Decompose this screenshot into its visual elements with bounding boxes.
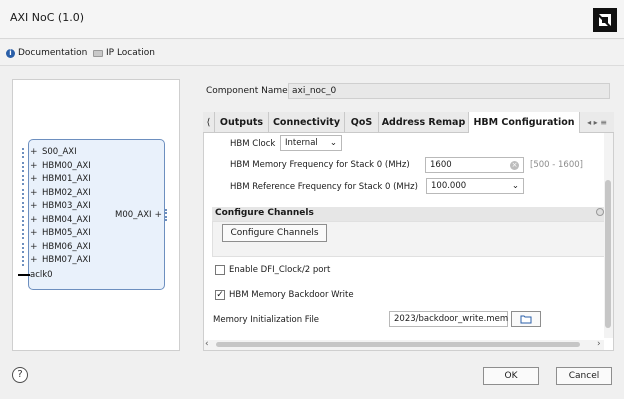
bus-connector-icon bbox=[22, 161, 28, 172]
window-title: AXI NoC (1.0) bbox=[10, 11, 85, 24]
folder-icon bbox=[93, 49, 103, 57]
port-row: + HBM02_AXI bbox=[30, 188, 91, 198]
tab-outputs[interactable]: Outputs bbox=[215, 112, 269, 133]
port-label: HBM04_AXI bbox=[42, 214, 91, 225]
help-icon[interactable]: ? bbox=[12, 367, 28, 383]
port-aclk0: aclk0 bbox=[30, 270, 53, 280]
bus-connector-icon bbox=[22, 202, 28, 212]
port-label: HBM07_AXI bbox=[42, 255, 91, 265]
aclk-pin bbox=[18, 274, 30, 276]
mem-freq-input[interactable]: 1600 × bbox=[425, 157, 524, 173]
init-file-input[interactable]: 2023/backdoor_write.mem bbox=[389, 311, 508, 327]
backdoor-write-checkbox[interactable]: ✓ bbox=[215, 290, 225, 300]
tab-address-remap[interactable]: Address Remap bbox=[379, 112, 469, 133]
expand-plus-icon[interactable]: + bbox=[155, 210, 163, 220]
cancel-button[interactable]: Cancel bbox=[556, 367, 612, 385]
configure-channels-button[interactable]: Configure Channels bbox=[222, 224, 327, 242]
port-label: S00_AXI bbox=[42, 147, 77, 157]
port-row: + HBM03_AXI bbox=[30, 201, 91, 211]
tab-connectivity[interactable]: Connectivity bbox=[269, 112, 345, 133]
tab-qos[interactable]: QoS bbox=[345, 112, 379, 133]
expand-plus-icon[interactable]: + bbox=[30, 215, 38, 225]
expand-plus-icon[interactable]: + bbox=[30, 188, 38, 198]
dfi-clock-checkbox[interactable] bbox=[215, 265, 225, 275]
port-label: HBM01_AXI bbox=[42, 174, 91, 184]
expand-plus-icon[interactable]: + bbox=[30, 174, 38, 184]
expand-plus-icon[interactable]: + bbox=[30, 201, 38, 211]
port-label: aclk0 bbox=[30, 270, 53, 280]
documentation-label: Documentation bbox=[18, 48, 88, 58]
hbm-clock-dropdown[interactable]: Internal ⌄ bbox=[280, 135, 342, 151]
port-row: + S00_AXI bbox=[30, 147, 77, 157]
init-file-value: 2023/backdoor_write.mem bbox=[394, 314, 509, 324]
init-file-label: Memory Initialization File bbox=[213, 315, 320, 325]
dfi-clock-option[interactable]: Enable DFI_Clock/2 port bbox=[215, 265, 330, 275]
mem-freq-value: 1600 bbox=[430, 160, 452, 170]
bus-connector-icon bbox=[164, 209, 169, 221]
port-row: + HBM01_AXI bbox=[30, 174, 91, 184]
chevron-down-icon: ⌄ bbox=[329, 138, 337, 148]
clear-icon[interactable]: × bbox=[510, 160, 519, 170]
chevron-down-icon: ⌄ bbox=[511, 181, 519, 191]
amd-logo-icon bbox=[593, 8, 617, 32]
bus-connector-icon bbox=[22, 242, 28, 253]
port-label: HBM05_AXI bbox=[42, 228, 91, 238]
horizontal-scroll-thumb[interactable] bbox=[216, 342, 580, 347]
bus-connector-icon bbox=[22, 229, 28, 239]
bus-connector-icon bbox=[22, 175, 28, 185]
scroll-left-icon[interactable]: ‹ bbox=[205, 339, 209, 349]
bus-connector-icon bbox=[22, 188, 28, 199]
expand-plus-icon[interactable]: + bbox=[30, 242, 38, 252]
bus-connector-icon bbox=[22, 256, 28, 266]
port-row: + HBM06_AXI bbox=[30, 242, 91, 252]
port-label: HBM03_AXI bbox=[42, 201, 91, 211]
folder-open-icon bbox=[520, 315, 532, 324]
ok-button[interactable]: OK bbox=[483, 367, 539, 385]
port-row: + HBM04_AXI bbox=[30, 215, 91, 225]
port-m00-axi: M00_AXI + bbox=[115, 209, 169, 221]
mem-freq-label: HBM Memory Frequency for Stack 0 (MHz) bbox=[230, 160, 410, 170]
port-label: HBM00_AXI bbox=[42, 160, 91, 171]
component-name-label: Component Name bbox=[206, 86, 288, 96]
backdoor-write-option[interactable]: ✓ HBM Memory Backdoor Write bbox=[215, 290, 354, 300]
bus-connector-icon bbox=[22, 215, 28, 226]
browse-button[interactable] bbox=[511, 311, 541, 327]
ref-freq-label: HBM Reference Frequency for Stack 0 (MHz… bbox=[230, 182, 418, 192]
port-row: + HBM05_AXI bbox=[30, 228, 91, 238]
backdoor-write-label: HBM Memory Backdoor Write bbox=[229, 290, 354, 300]
expand-plus-icon[interactable]: + bbox=[30, 255, 38, 265]
port-row: + HBM07_AXI bbox=[30, 255, 91, 265]
port-label: HBM06_AXI bbox=[42, 241, 91, 252]
ref-freq-value: 100.000 bbox=[431, 181, 467, 191]
configure-channels-header: Configure Channels bbox=[212, 207, 606, 221]
expand-plus-icon[interactable]: + bbox=[30, 161, 38, 171]
tab-navigation-icons[interactable]: ◂ ▸ ≡ bbox=[580, 112, 614, 133]
mem-freq-range: [500 - 1600] bbox=[530, 160, 583, 170]
port-label: M00_AXI bbox=[115, 210, 152, 220]
component-name-field[interactable]: axi_noc_0 bbox=[288, 83, 610, 99]
ip-location-link[interactable]: IP Location bbox=[93, 48, 155, 58]
hbm-clock-label: HBM Clock bbox=[230, 139, 276, 149]
tab-hbm-configuration[interactable]: HBM Configuration bbox=[469, 112, 580, 133]
expand-plus-icon[interactable]: + bbox=[30, 147, 38, 157]
tab-scroll-left[interactable]: ⟨ bbox=[203, 112, 215, 133]
vertical-scroll-thumb[interactable] bbox=[605, 180, 611, 328]
port-label: HBM02_AXI bbox=[42, 187, 91, 198]
info-icon: i bbox=[6, 48, 15, 58]
collapse-icon[interactable] bbox=[596, 208, 604, 216]
bus-connector-icon bbox=[22, 148, 28, 158]
expand-plus-icon[interactable]: + bbox=[30, 228, 38, 238]
port-row: + HBM00_AXI bbox=[30, 161, 91, 171]
title-bar bbox=[0, 0, 624, 39]
scroll-right-icon[interactable]: › bbox=[597, 339, 601, 349]
ip-location-label: IP Location bbox=[106, 48, 156, 58]
documentation-link[interactable]: i Documentation bbox=[6, 48, 87, 58]
ref-freq-dropdown[interactable]: 100.000 ⌄ bbox=[426, 178, 524, 194]
dfi-clock-label: Enable DFI_Clock/2 port bbox=[229, 265, 331, 275]
hbm-clock-value: Internal bbox=[285, 138, 318, 148]
